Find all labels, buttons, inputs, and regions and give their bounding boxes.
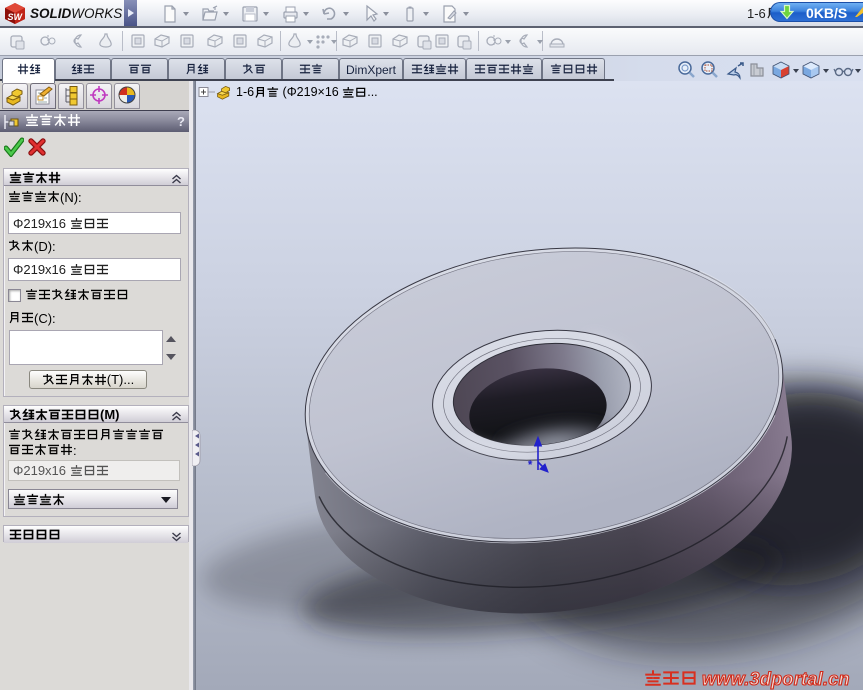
- svg-text:*: *: [528, 459, 533, 471]
- svg-text:www.3dportal.cn: www.3dportal.cn: [702, 669, 850, 689]
- svg-text:SW: SW: [8, 12, 24, 22]
